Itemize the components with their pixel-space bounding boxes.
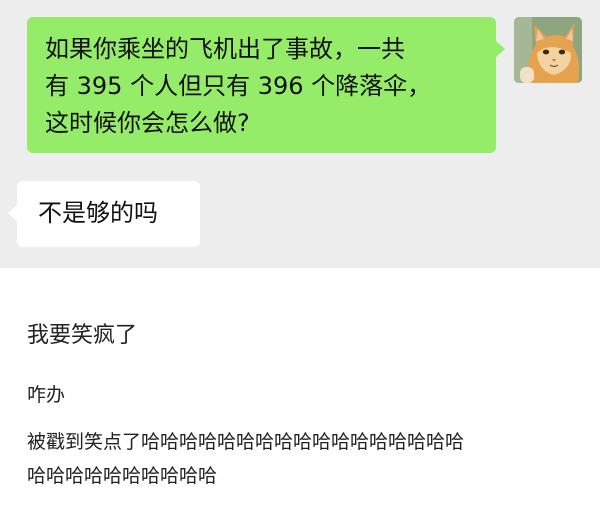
incoming-message-text: 不是够的吗 (38, 199, 158, 227)
comment-text-block: 被戳到笑点了哈哈哈哈哈哈哈哈哈哈哈哈哈哈哈哈哈 哈哈哈哈哈哈哈哈哈哈 (27, 425, 587, 493)
comment-text: 咋办 (27, 384, 66, 406)
outgoing-message-line: 如果你乘坐的飞机出了事故，一共 (45, 35, 405, 63)
cat-face-image (514, 17, 582, 83)
outgoing-message-bubble[interactable]: 如果你乘坐的飞机出了事故，一共 有 395 个人但只有 396 个降落伞， 这时… (27, 17, 505, 153)
incoming-message-bubble[interactable]: 不是够的吗 (8, 181, 200, 247)
comment-text: 我要笑疯了 (27, 323, 138, 348)
comment-line: 被戳到笑点了哈哈哈哈哈哈哈哈哈哈哈哈哈哈哈哈哈 (27, 431, 465, 453)
outgoing-message-line: 有 395 个人但只有 396 个降落伞， (45, 72, 432, 100)
cat-avatar-icon[interactable] (514, 17, 582, 83)
comment-line: 哈哈哈哈哈哈哈哈哈哈 (27, 465, 218, 487)
outgoing-message-line: 这时候你会怎么做? (45, 109, 250, 137)
chat-screenshot: 如果你乘坐的飞机出了事故，一共 有 395 个人但只有 396 个降落伞， 这时… (0, 0, 600, 268)
